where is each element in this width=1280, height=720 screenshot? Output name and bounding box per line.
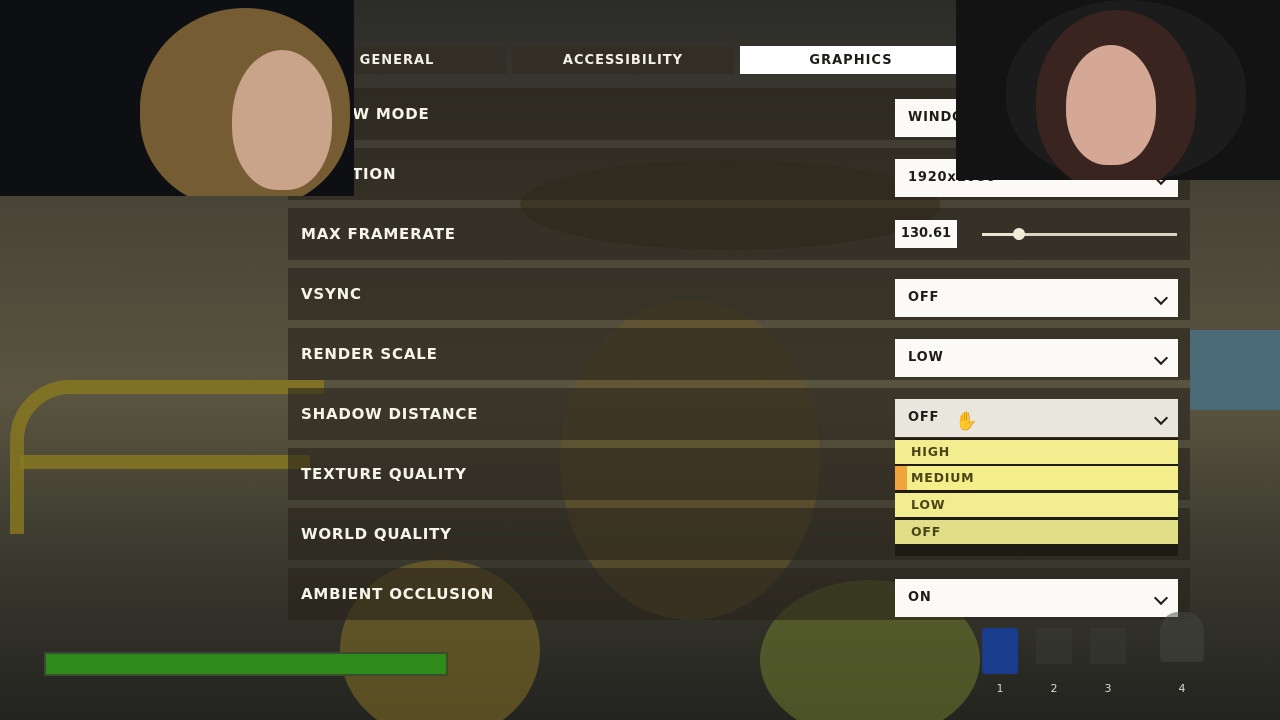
chevron-down-icon — [1153, 350, 1169, 366]
dropdown-option-high[interactable]: HIGH — [895, 440, 1178, 464]
health-bar — [44, 652, 448, 676]
hotbar-slot[interactable]: 3 — [1090, 628, 1126, 695]
vsync-select[interactable]: OFF — [895, 279, 1178, 317]
webcam-left — [0, 0, 354, 196]
hat-slot-icon[interactable]: 4 — [1160, 612, 1204, 695]
dropdown-option-off[interactable]: OFF — [895, 520, 1178, 544]
hotbar-slot-number: 1 — [996, 682, 1004, 695]
hotbar-slot[interactable]: 1 — [982, 628, 1018, 695]
hotbar-slot-empty — [1036, 628, 1072, 664]
setting-row-ambient-occlusion: AMBIENT OCCLUSION ON — [288, 568, 1190, 620]
option-label: MEDIUM — [911, 470, 975, 485]
hotbar-slot-number: 2 — [1050, 682, 1058, 695]
select-value: OFF — [908, 290, 940, 305]
hotbar-slot-number: 4 — [1178, 682, 1186, 695]
setting-label: RENDER SCALE — [301, 345, 438, 363]
scene-water — [1190, 330, 1280, 410]
hotbar-slot-empty — [1090, 628, 1126, 664]
option-highlight-marker — [895, 466, 907, 490]
setting-label: MAX FRAMERATE — [301, 225, 456, 243]
select-value: LOW — [908, 350, 944, 365]
setting-row-max-framerate: MAX FRAMERATE 130.61 — [288, 208, 1190, 260]
setting-row-shadow-distance: SHADOW DISTANCE OFF — [288, 388, 1190, 440]
slider-thumb[interactable] — [1013, 228, 1026, 240]
shadow-distance-dropdown: HIGH MEDIUM LOW OFF — [895, 438, 1178, 556]
chevron-down-icon — [1153, 290, 1169, 306]
setting-label: AMBIENT OCCLUSION — [301, 585, 495, 603]
hand-cursor-icon: ✋ — [955, 411, 978, 432]
setting-row-render-scale: RENDER SCALE LOW — [288, 328, 1190, 380]
health-fill — [46, 654, 446, 674]
ambient-occlusion-select[interactable]: ON — [895, 579, 1178, 617]
render-scale-select[interactable]: LOW — [895, 339, 1178, 377]
hotbar-slot-number: 3 — [1104, 682, 1112, 695]
hotbar: 1 2 3 — [982, 628, 1126, 695]
dropdown-option-low[interactable]: LOW — [895, 493, 1178, 517]
dropdown-option-medium[interactable]: MEDIUM — [895, 466, 1178, 490]
tab-accessibility[interactable]: ACCESSIBILITY — [512, 46, 734, 74]
framerate-slider[interactable] — [982, 228, 1177, 240]
shadow-distance-select[interactable]: OFF — [895, 399, 1178, 437]
setting-row-vsync: VSYNC OFF — [288, 268, 1190, 320]
setting-label: TEXTURE QUALITY — [301, 465, 467, 483]
scene-railing — [20, 455, 310, 469]
setting-label: VSYNC — [301, 285, 362, 303]
chevron-down-icon — [1153, 590, 1169, 606]
passport-icon — [982, 628, 1018, 674]
setting-label: WORLD QUALITY — [301, 525, 452, 543]
webcam-right — [956, 0, 1280, 180]
tab-graphics[interactable]: GRAPHICS — [740, 46, 962, 74]
webcam-person-face — [232, 50, 332, 190]
select-value: ON — [908, 590, 932, 605]
setting-label: SHADOW DISTANCE — [301, 405, 479, 423]
chevron-down-icon — [1153, 410, 1169, 426]
select-value: OFF — [908, 410, 940, 425]
hotbar-slot[interactable]: 2 — [1036, 628, 1072, 695]
webcam-person-face — [1066, 45, 1156, 165]
framerate-input[interactable]: 130.61 — [895, 220, 957, 248]
